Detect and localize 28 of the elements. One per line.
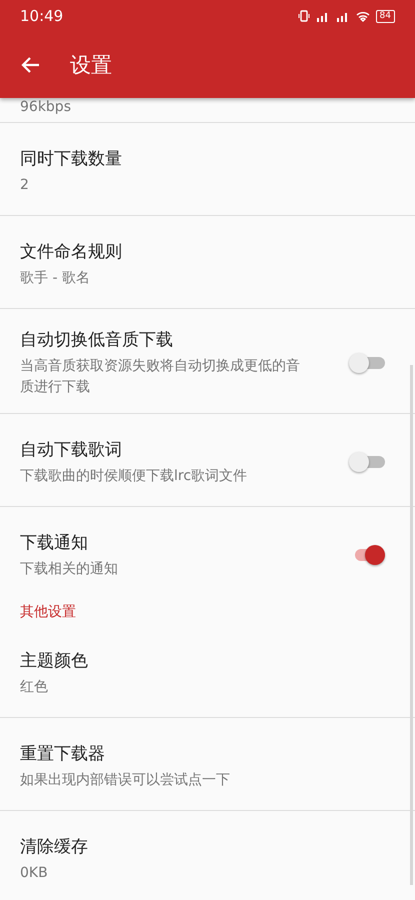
setting-title[interactable]: 自动切换低音质下载 [20, 328, 329, 351]
status-time: 10:49 [20, 7, 64, 25]
setting-value: 96kbps [20, 98, 71, 116]
setting-description: 下载相关的通知 [20, 560, 119, 578]
setting-description: 当高音质获取资源失败将自动切换成更低的音质进行下载 [20, 357, 301, 397]
setting-description: 歌手 - 歌名 [20, 268, 91, 288]
setting-description: 下载歌曲的时侯顺便下载lrc歌词文件 [20, 466, 248, 486]
back-icon[interactable] [20, 56, 40, 74]
section-header: 其他设置 [19, 603, 77, 622]
page-title: 设置 [70, 52, 112, 79]
setting-title[interactable]: 主题颜色 [20, 648, 395, 672]
setting-title[interactable]: 文件命名规则 [20, 240, 395, 262]
toggle-switch[interactable] [349, 353, 385, 373]
setting-title[interactable]: 重置下载器 [20, 742, 395, 764]
setting-description: 红色 [20, 678, 49, 696]
signal-icon [316, 10, 330, 22]
vibrate-icon [298, 10, 310, 22]
battery-level: 84 [376, 10, 395, 22]
toggle-switch[interactable] [349, 452, 385, 472]
setting-title[interactable]: 清除缓存 [20, 834, 395, 858]
setting-description: 如果出现内部错误可以尝试点一下 [20, 770, 231, 790]
signal-icon [336, 10, 350, 22]
wifi-icon [356, 10, 370, 22]
setting-description: 2 [20, 176, 30, 194]
setting-title[interactable]: 同时下载数量 [20, 146, 395, 170]
setting-title[interactable]: 下载通知 [20, 530, 329, 554]
setting-title[interactable]: 自动下载歌词 [20, 438, 329, 460]
setting-description: 0KB [20, 864, 49, 882]
